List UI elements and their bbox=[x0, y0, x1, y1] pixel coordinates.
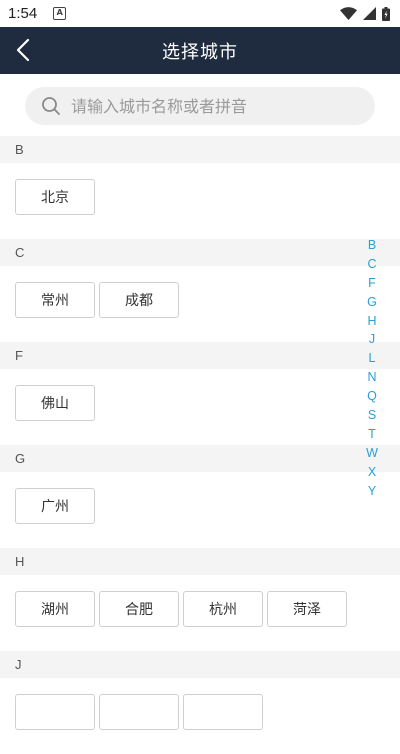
city-button[interactable]: 菏泽 bbox=[267, 591, 347, 627]
notification-icon: A bbox=[53, 7, 67, 20]
section-header-f: F bbox=[0, 342, 400, 369]
index-letter-h[interactable]: H bbox=[367, 312, 376, 331]
index-letter-n[interactable]: N bbox=[367, 368, 376, 387]
index-letter-s[interactable]: S bbox=[368, 406, 376, 425]
city-button[interactable] bbox=[99, 694, 179, 730]
status-icons bbox=[340, 6, 390, 21]
index-letter-w[interactable]: W bbox=[366, 444, 378, 463]
index-letter-g[interactable]: G bbox=[367, 293, 377, 312]
search-icon bbox=[42, 97, 60, 115]
city-button[interactable] bbox=[183, 694, 263, 730]
search-box[interactable] bbox=[25, 87, 375, 125]
section-b-cities: 北京 bbox=[0, 163, 400, 239]
city-button[interactable]: 湖州 bbox=[15, 591, 95, 627]
page-title: 选择城市 bbox=[162, 41, 238, 63]
index-letter-y[interactable]: Y bbox=[368, 482, 376, 501]
city-button[interactable]: 佛山 bbox=[15, 385, 95, 421]
search-area bbox=[0, 74, 400, 136]
index-letter-b[interactable]: B bbox=[368, 236, 376, 255]
city-button[interactable]: 北京 bbox=[15, 179, 95, 215]
section-header-g: G bbox=[0, 445, 400, 472]
search-input[interactable] bbox=[71, 96, 351, 116]
section-header-h: H bbox=[0, 548, 400, 575]
section-g-cities: 广州 bbox=[0, 472, 400, 548]
section-f-cities: 佛山 bbox=[0, 369, 400, 445]
city-button[interactable]: 成都 bbox=[99, 282, 179, 318]
section-header-j: J bbox=[0, 651, 400, 678]
index-letter-f[interactable]: F bbox=[368, 274, 376, 293]
section-h-cities: 湖州 合肥 杭州 菏泽 bbox=[0, 575, 400, 651]
section-j-cities bbox=[0, 678, 400, 754]
city-button[interactable]: 杭州 bbox=[183, 591, 263, 627]
city-button[interactable]: 广州 bbox=[15, 488, 95, 524]
index-letter-x[interactable]: X bbox=[368, 463, 376, 482]
index-letter-c[interactable]: C bbox=[367, 255, 376, 274]
wifi-icon bbox=[340, 7, 357, 20]
battery-icon bbox=[382, 6, 390, 21]
section-header-b: B bbox=[0, 136, 400, 163]
city-button[interactable] bbox=[15, 694, 95, 730]
app-header: 选择城市 bbox=[0, 27, 400, 74]
city-list[interactable]: B 北京 C 常州 成都 F 佛山 G 广州 H 湖州 合肥 杭州 菏泽 J bbox=[0, 136, 400, 754]
section-c-cities: 常州 成都 bbox=[0, 266, 400, 342]
index-letter-t[interactable]: T bbox=[368, 425, 376, 444]
section-header-c: C bbox=[0, 239, 400, 266]
index-letter-j[interactable]: J bbox=[369, 330, 375, 349]
back-button[interactable] bbox=[8, 35, 38, 65]
city-button[interactable]: 合肥 bbox=[99, 591, 179, 627]
city-button[interactable]: 常州 bbox=[15, 282, 95, 318]
signal-icon bbox=[363, 7, 376, 20]
index-letter-l[interactable]: L bbox=[369, 349, 376, 368]
chevron-left-icon bbox=[16, 38, 30, 62]
alphabet-index: B C F G H J L N Q S T W X Y bbox=[364, 236, 380, 500]
index-letter-q[interactable]: Q bbox=[367, 387, 377, 406]
status-bar: 1:54 A bbox=[0, 0, 400, 27]
status-time: 1:54 bbox=[8, 5, 38, 22]
